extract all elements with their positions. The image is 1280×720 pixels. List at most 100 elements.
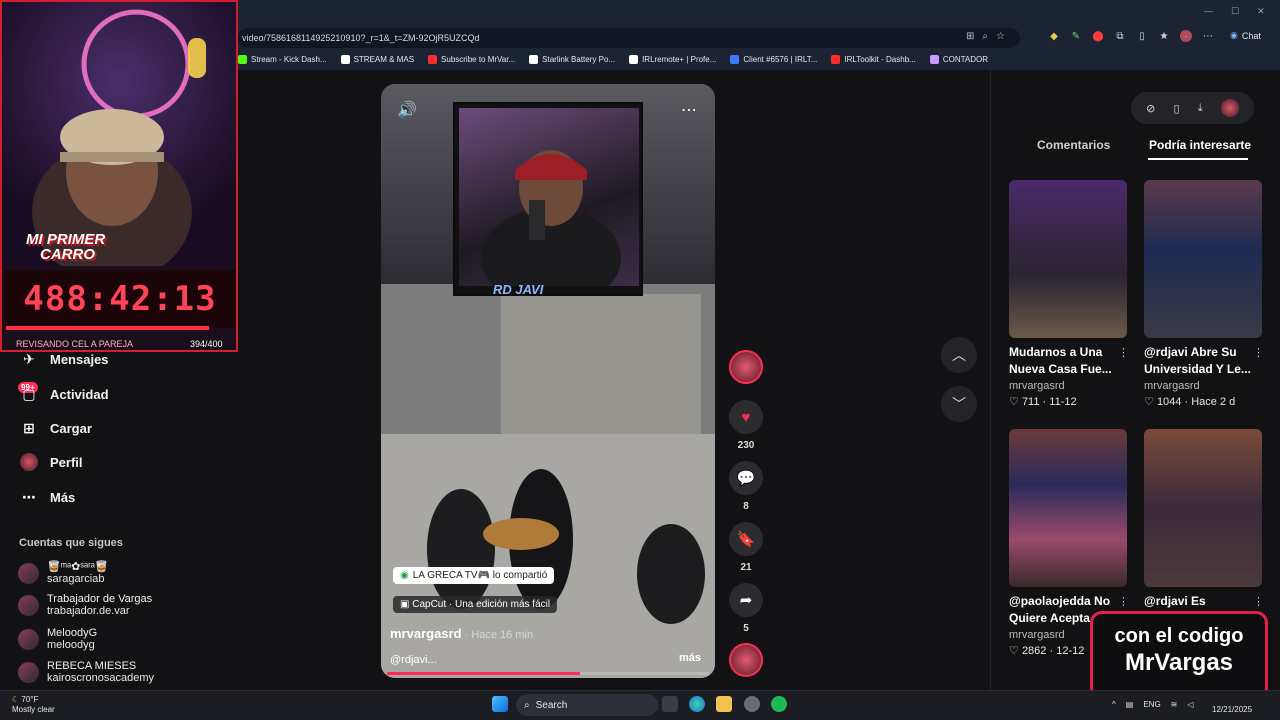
shared-by-pill[interactable]: ◉ LA GRECA TV🎮 lo compartió bbox=[393, 567, 555, 584]
previous-video-button[interactable]: ︿ bbox=[941, 337, 977, 373]
more-dots-icon: ⋯ bbox=[22, 488, 36, 505]
download-icon[interactable]: ⤓ bbox=[1198, 102, 1203, 115]
windows-start-icon[interactable] bbox=[492, 696, 508, 712]
address-bar[interactable]: video/7586168114925210910?_r=1&_t=ZM-92O… bbox=[238, 28, 1020, 48]
taskbar-search[interactable]: ⌕ Search bbox=[516, 694, 658, 716]
bookmark-item[interactable]: Starlink Battery Po... bbox=[529, 51, 615, 67]
zoom-icon[interactable]: ⌕ bbox=[982, 31, 988, 42]
weather-widget[interactable]: ☾ 70°F Mostly clear bbox=[12, 695, 55, 715]
speaker-icon[interactable]: ◁ bbox=[1187, 700, 1193, 709]
sidebar-item-messages[interactable]: ✈ Mensajes bbox=[20, 350, 108, 368]
account-username: meloodyg bbox=[47, 639, 95, 651]
browser-menu-icon[interactable]: ⋯ bbox=[1202, 30, 1214, 42]
suggested-video-card[interactable]: @rdjavi Abre Su Universidad Y Le... mrva… bbox=[1144, 180, 1264, 408]
minimize-icon[interactable]: — bbox=[1204, 6, 1213, 17]
volume-icon[interactable]: 🔊 bbox=[397, 100, 417, 120]
extension-icon[interactable]: ✎ bbox=[1070, 30, 1082, 42]
active-tab-indicator bbox=[1148, 158, 1248, 160]
favorite-star-icon[interactable]: ☆ bbox=[996, 31, 1005, 42]
video-author[interactable]: mrvargasrd · Hace 16 min bbox=[390, 626, 533, 641]
bookmark-icon: 🔖 bbox=[729, 522, 763, 556]
phone-icon[interactable]: ▯ bbox=[1174, 102, 1180, 115]
extension-icon[interactable]: ◆ bbox=[1048, 30, 1060, 42]
like-button[interactable]: ♥ 230 bbox=[729, 400, 763, 451]
video-thumbnail bbox=[1144, 429, 1262, 587]
card-more-icon[interactable]: ⋮ bbox=[1118, 595, 1129, 608]
favorites-icon[interactable]: ★ bbox=[1158, 30, 1170, 42]
more-options-icon[interactable]: ⋯ bbox=[681, 100, 697, 120]
language-indicator[interactable]: ENG bbox=[1143, 700, 1160, 709]
obs-app-icon[interactable] bbox=[744, 696, 760, 712]
next-video-button[interactable]: ﹀ bbox=[941, 386, 977, 422]
sidebar-item-upload[interactable]: ⊞ Cargar bbox=[20, 419, 92, 437]
suggested-video-card[interactable]: Mudarnos a Una Nueva Casa Fue... mrvarga… bbox=[1009, 180, 1129, 408]
sidebar-item-more[interactable]: ⋯ Más bbox=[20, 488, 75, 506]
bookmark-label: Starlink Battery Po... bbox=[542, 54, 616, 64]
bookmark-item[interactable]: STREAM & MAS bbox=[340, 51, 414, 67]
avatar bbox=[18, 562, 39, 584]
task-view-icon[interactable] bbox=[662, 696, 678, 712]
sidebar-item-label: Más bbox=[50, 489, 76, 505]
app-available-icon[interactable]: ⊞ bbox=[966, 31, 974, 42]
bookmark-favicon-icon bbox=[428, 54, 438, 64]
taskbar-date[interactable]: 12/21/2025 bbox=[1212, 705, 1252, 714]
tab-suggested[interactable]: Podría interesarte bbox=[1149, 138, 1251, 152]
sidebar-item-profile[interactable]: Perfil bbox=[20, 453, 83, 471]
copilot-chat-button[interactable]: ◉ Chat bbox=[1230, 30, 1261, 41]
spotify-icon[interactable] bbox=[771, 696, 787, 712]
video-inset-frame bbox=[453, 102, 643, 308]
creator-avatar-button[interactable] bbox=[729, 350, 763, 384]
window-controls: — ☐ ✕ bbox=[1204, 6, 1265, 17]
extension-icon[interactable]: ⬤ bbox=[1092, 30, 1104, 42]
account-name: REBECA MIESES bbox=[47, 660, 137, 672]
caption-more-link[interactable]: más bbox=[679, 652, 701, 664]
avatar[interactable] bbox=[1220, 99, 1239, 117]
compass-icon[interactable]: ⊘ bbox=[1146, 102, 1155, 115]
card-more-icon[interactable]: ⋮ bbox=[1253, 346, 1264, 359]
following-account[interactable]: MeloodyG meloodyg bbox=[18, 627, 97, 651]
chevron-up-icon[interactable]: ^ bbox=[1112, 700, 1116, 709]
following-account[interactable]: REBECA MIESES kairoscronosacademy bbox=[18, 660, 154, 684]
profile-avatar-icon[interactable]: · bbox=[1180, 30, 1192, 42]
sidebar-item-activity[interactable]: ▢ Actividad bbox=[20, 385, 108, 403]
bookmark-label: Client #6576 | IRLT... bbox=[743, 54, 818, 64]
tray-app-icon[interactable]: ▤ bbox=[1126, 700, 1134, 709]
save-button[interactable]: 🔖 21 bbox=[729, 522, 763, 573]
edge-browser-icon[interactable] bbox=[689, 696, 705, 712]
card-author: mrvargasrd bbox=[1009, 380, 1065, 392]
video-scene-illustration bbox=[381, 284, 715, 678]
wifi-icon[interactable]: ≋ bbox=[1171, 700, 1178, 709]
bookmark-label: IRLremote+ | Profe... bbox=[642, 54, 717, 64]
bookmark-item[interactable]: IRLremote+ | Profe... bbox=[629, 51, 716, 67]
close-icon[interactable]: ✕ bbox=[1257, 6, 1265, 17]
extensions-puzzle-icon[interactable]: ⧉ bbox=[1114, 30, 1126, 42]
inset-webcam bbox=[459, 108, 639, 308]
shared-by-text: LA GRECA TV🎮 lo compartió bbox=[412, 570, 548, 581]
card-more-icon[interactable]: ⋮ bbox=[1118, 346, 1129, 359]
video-player[interactable]: RD JAVI 🔊 ⋯ ◉ LA GRECA TV🎮 lo compartió … bbox=[381, 84, 715, 678]
bookmark-item[interactable]: CONTADOR bbox=[929, 51, 988, 67]
account-name: Trabajador de Vargas bbox=[47, 593, 153, 605]
suggested-video-card[interactable]: @rdjavi Es ⋮ bbox=[1144, 429, 1264, 627]
card-more-icon[interactable]: ⋮ bbox=[1253, 595, 1264, 608]
file-explorer-icon[interactable] bbox=[716, 696, 732, 712]
split-screen-icon[interactable]: ▯ bbox=[1136, 30, 1148, 42]
maximize-icon[interactable]: ☐ bbox=[1231, 6, 1239, 17]
sound-avatar-button[interactable] bbox=[729, 643, 763, 677]
comment-button[interactable]: 💬 8 bbox=[729, 461, 763, 512]
bookmark-item[interactable]: Subscribe to MrVar... bbox=[428, 51, 515, 67]
tab-comments[interactable]: Comentarios bbox=[1037, 138, 1110, 152]
video-progress-bar[interactable] bbox=[387, 672, 709, 675]
following-section-title: Cuentas que sigues bbox=[19, 537, 123, 549]
plus-square-icon: ⊞ bbox=[23, 419, 35, 436]
card-meta: ♡ 1044 · Hace 2 d bbox=[1144, 396, 1236, 408]
bookmark-item[interactable]: IRLToolkit - Dashb... bbox=[831, 51, 916, 67]
bookmark-item[interactable]: Stream - Kick Dash... bbox=[238, 51, 327, 67]
capcut-text: CapCut · Una edición más fácil bbox=[412, 599, 551, 610]
following-account[interactable]: 🥃️ᵐᵃ✿ˢᵃʳᵃ🥃️ saragarciab bbox=[18, 561, 109, 585]
bookmark-item[interactable]: Client #6576 | IRLT... bbox=[730, 51, 817, 67]
capcut-pill[interactable]: ▣ CapCut · Una edición más fácil bbox=[393, 596, 558, 613]
share-button[interactable]: ➦ 5 bbox=[729, 583, 763, 634]
following-account[interactable]: Trabajador de Vargas trabajador.de.var bbox=[18, 593, 152, 617]
card-meta: ♡ 711 · 11-12 bbox=[1009, 396, 1077, 408]
